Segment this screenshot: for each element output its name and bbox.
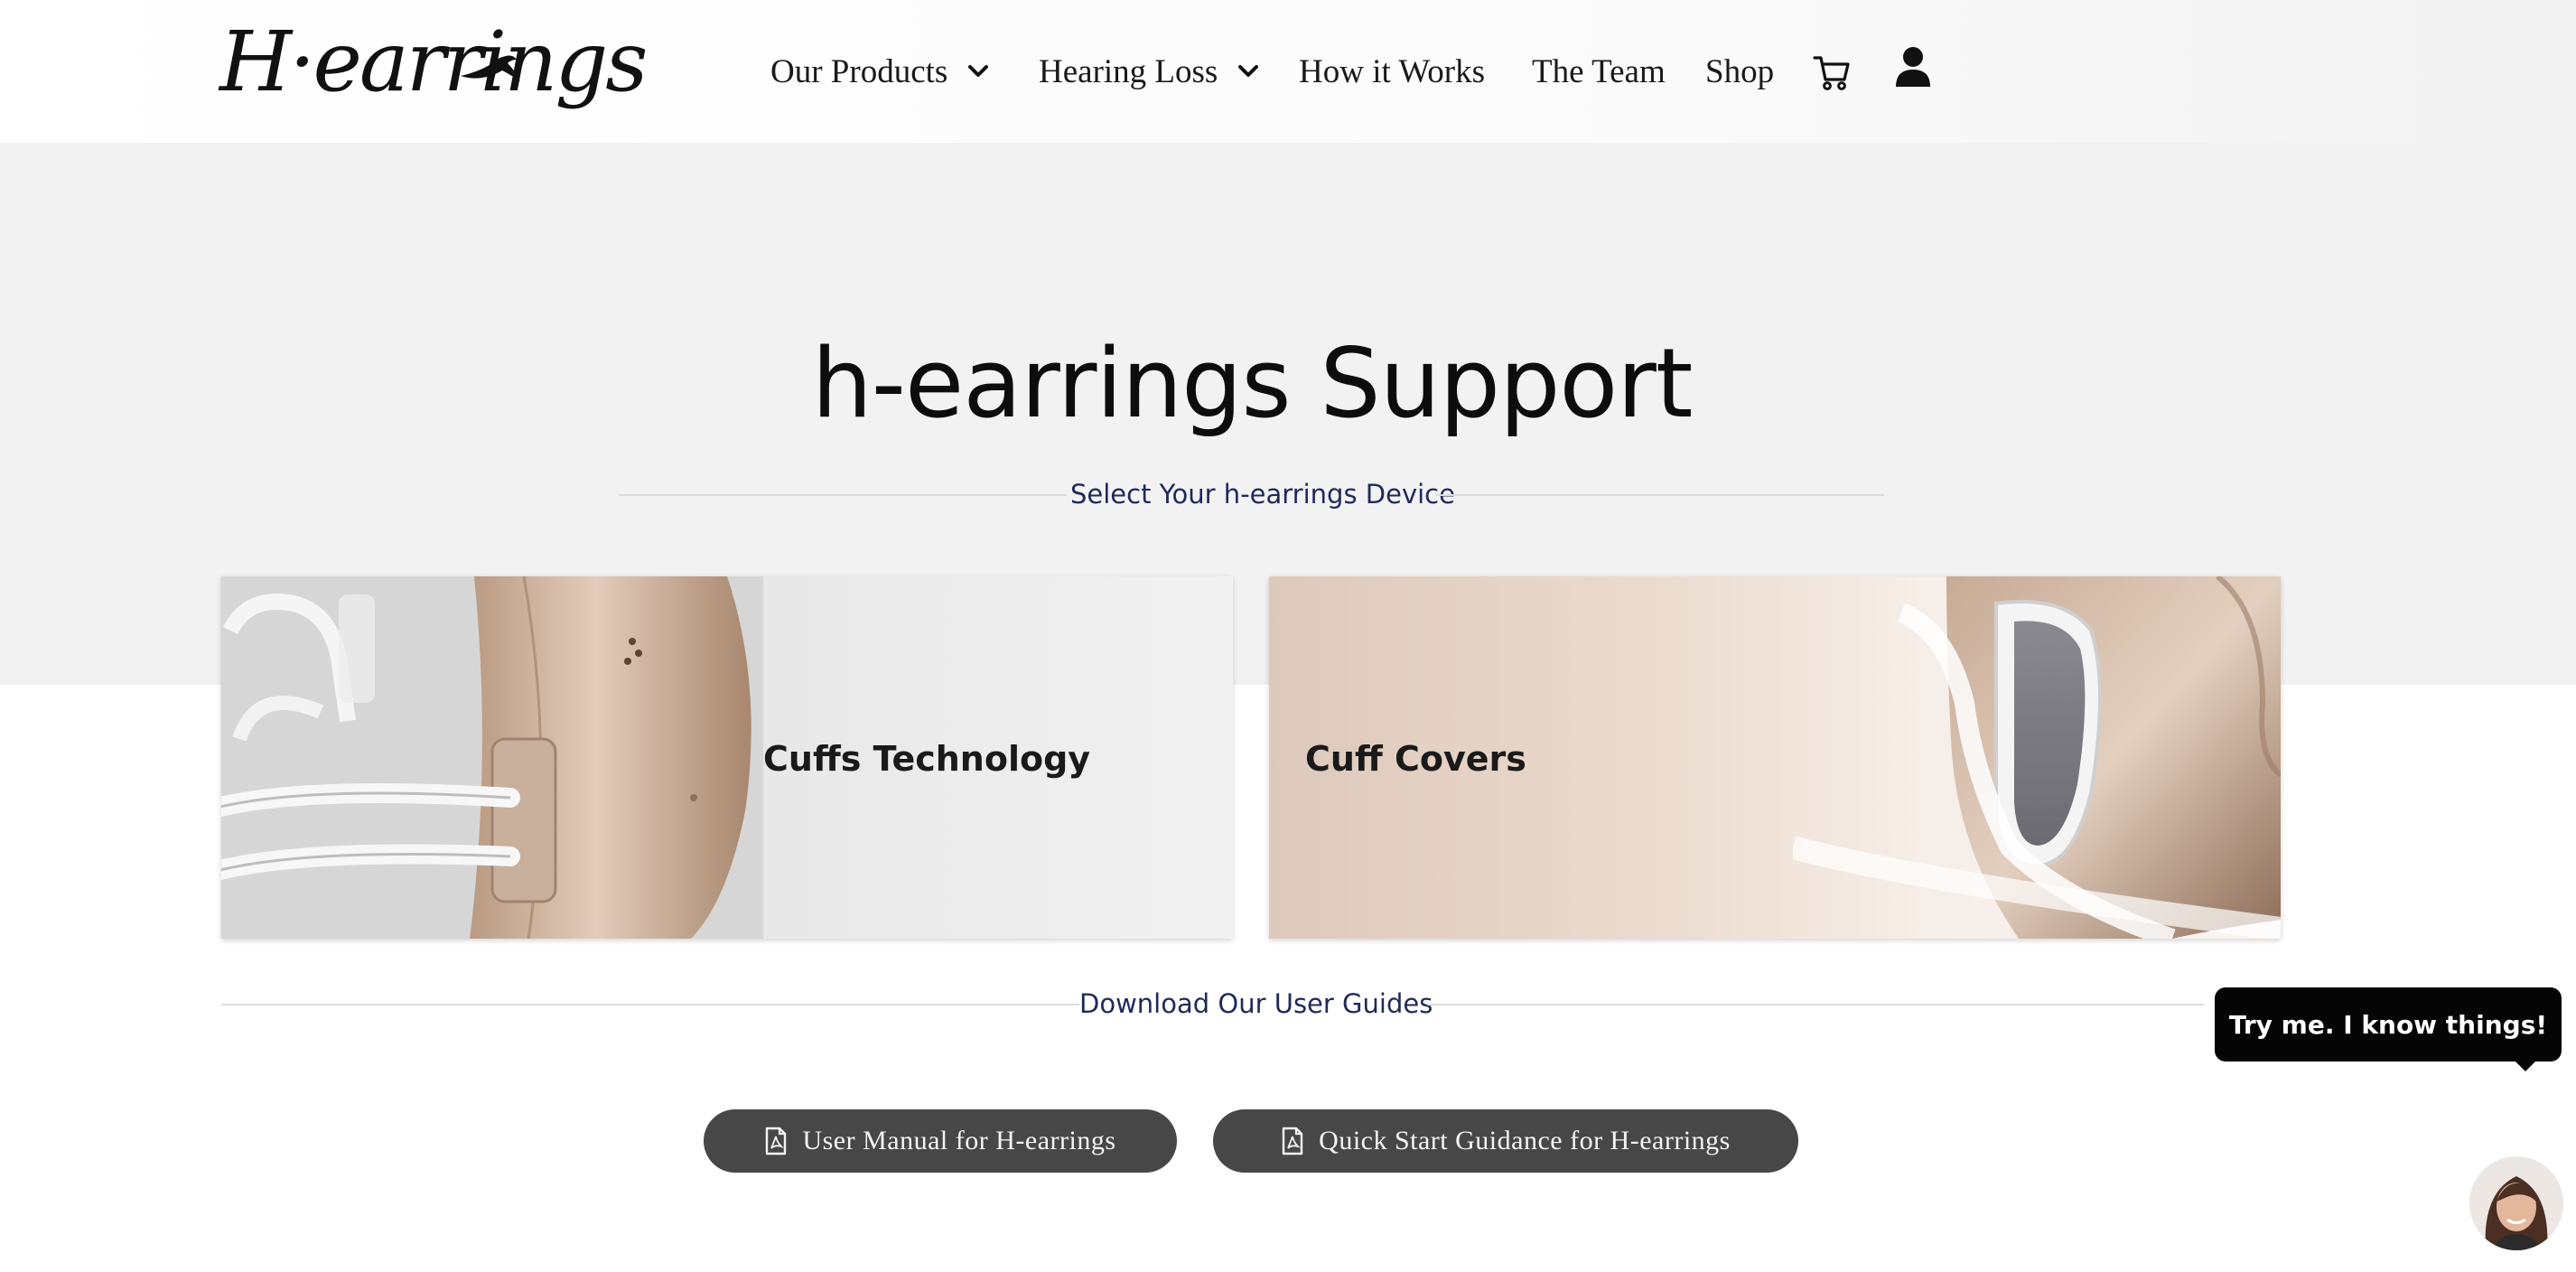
chat-assistant-avatar[interactable] (2469, 1156, 2563, 1250)
nav-label: How it Works (1299, 52, 1486, 90)
assistant-portrait-icon (2469, 1156, 2563, 1250)
page-title: h-earrings Support (811, 328, 1694, 439)
site-header: H·earrings Our Products Hearing Loss How… (0, 0, 2576, 143)
guides-section-label: Download Our User Guides (1079, 988, 1433, 1019)
nav-how-it-works[interactable]: How it Works (1299, 49, 1485, 94)
nav-label: Our Products (770, 52, 948, 90)
nav-our-products[interactable]: Our Products (770, 49, 989, 94)
chevron-down-icon (968, 65, 989, 77)
cuff-cover-image (1793, 576, 2281, 939)
divider-line (221, 1004, 1079, 1005)
bird-icon (461, 55, 520, 88)
chevron-down-icon (1238, 65, 1259, 77)
chat-prompt-bubble[interactable]: Try me. I know things! (2215, 987, 2562, 1062)
pdf-file-icon (766, 1127, 787, 1155)
nav-label: The Team (1532, 52, 1666, 90)
logo-wordmark: H·earrings (219, 14, 649, 110)
divider-line (1436, 494, 1884, 496)
cuff-device-image (221, 576, 763, 939)
chat-prompt-text: Try me. I know things! (2228, 1009, 2548, 1040)
device-card-cuff-covers[interactable]: Cuff Covers (1269, 576, 2281, 939)
guide-button-label: User Manual for H-earrings (802, 1126, 1116, 1155)
brand-logo[interactable]: H·earrings (219, 9, 649, 122)
chat-bubble-tail (2513, 1059, 2538, 1071)
user-icon[interactable] (1894, 45, 1932, 89)
divider-line (619, 494, 1067, 496)
nav-label: Shop (1705, 52, 1775, 90)
user-manual-download-button[interactable]: User Manual for H-earrings (704, 1109, 1177, 1173)
device-card-label: Cuff Covers (1305, 739, 1526, 779)
pdf-file-icon (1282, 1127, 1303, 1155)
device-card-label: Cuffs Technology (763, 739, 1091, 779)
device-card-cuffs-technology[interactable]: Cuffs Technology (221, 576, 1233, 939)
nav-the-team[interactable]: The Team (1532, 49, 1666, 94)
cart-icon[interactable] (1812, 52, 1852, 92)
device-section-label: Select Your h-earrings Device (1070, 479, 1455, 510)
divider-line (1427, 1004, 2204, 1005)
nav-label: Hearing Loss (1039, 52, 1218, 90)
nav-shop[interactable]: Shop (1705, 49, 1774, 94)
guide-button-label: Quick Start Guidance for H-earrings (1319, 1126, 1731, 1155)
nav-hearing-loss[interactable]: Hearing Loss (1039, 49, 1259, 94)
quick-start-download-button[interactable]: Quick Start Guidance for H-earrings (1213, 1109, 1798, 1173)
